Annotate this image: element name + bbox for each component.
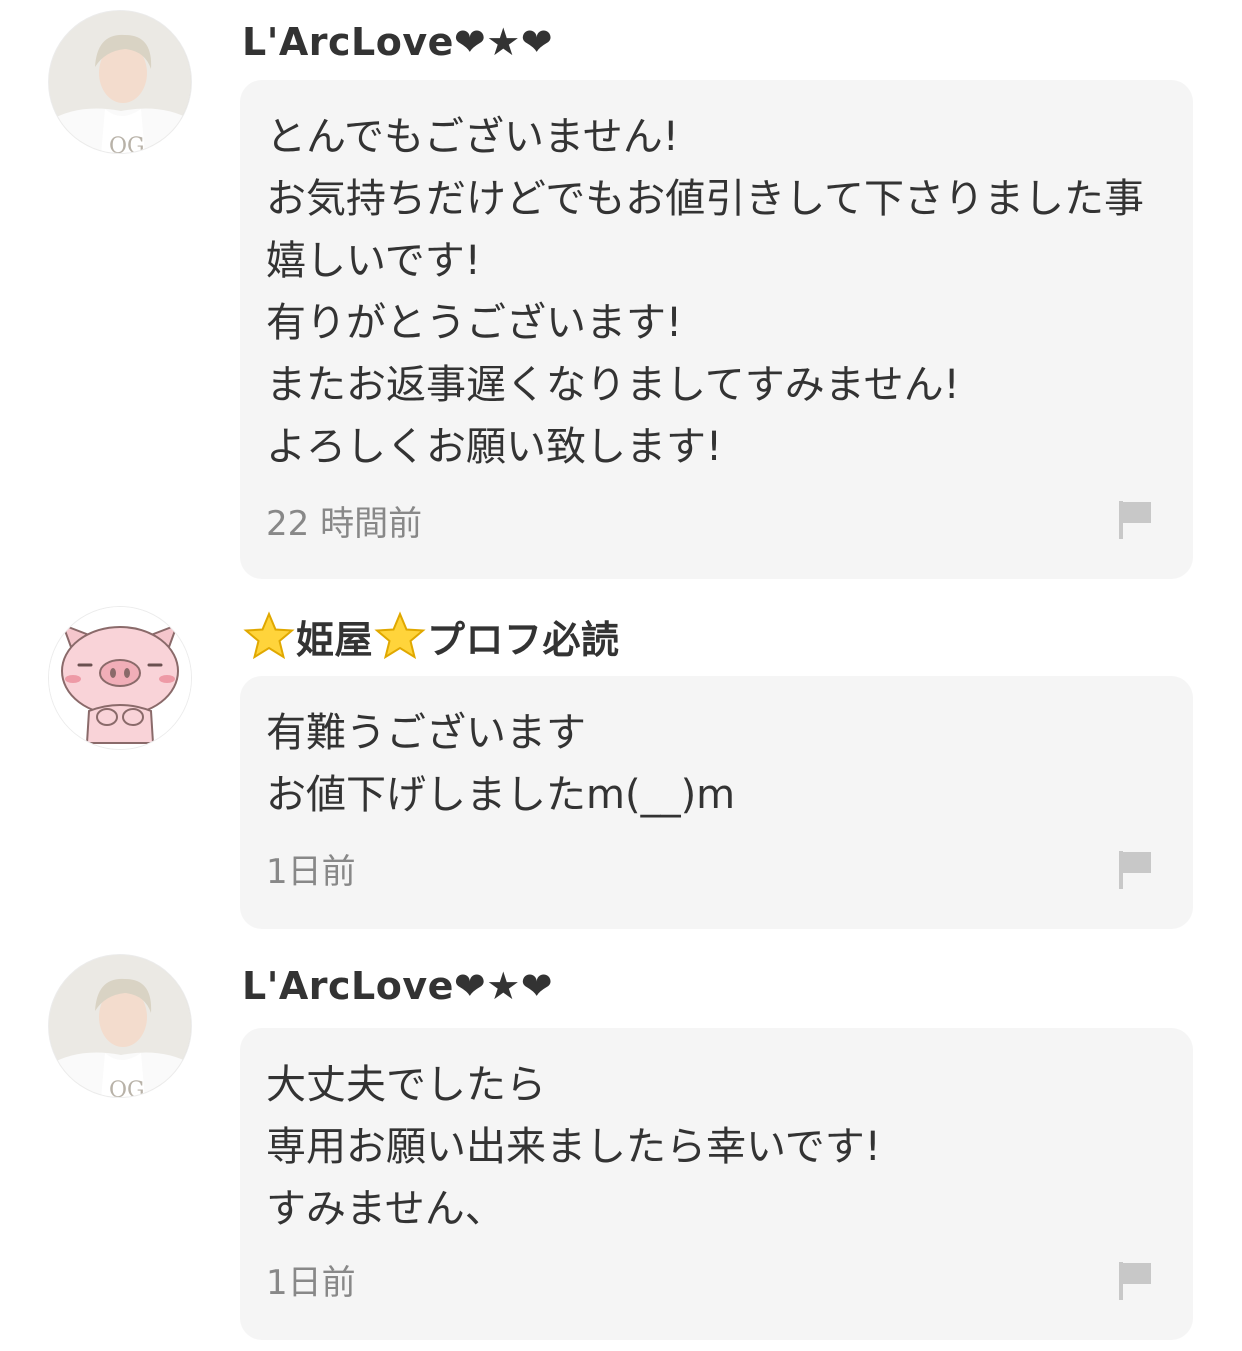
comment-timestamp: 22 時間前: [266, 504, 423, 544]
comment-message: とんでもございません! お気持ちだけどでもお値引きして下さりました事嬉しいです!…: [266, 114, 1144, 470]
star-emoji-icon: [243, 611, 295, 660]
person-avatar-image: OG: [49, 11, 191, 154]
comment-timestamp: 1日前: [266, 1263, 356, 1303]
username[interactable]: 姫屋 プロフ必読: [242, 608, 620, 664]
username[interactable]: L'ArcLove❤★❤: [242, 958, 553, 1014]
svg-text:OG: OG: [109, 1078, 145, 1098]
username-text: 姫屋: [296, 617, 374, 662]
flag-icon[interactable]: [1117, 499, 1153, 541]
flag-icon[interactable]: [1117, 849, 1153, 891]
comment-bubble: 大丈夫でしたら 専用お願い出来ましたら幸いです! すみません、 1日前: [240, 1028, 1193, 1340]
comment-message: 大丈夫でしたら 専用お願い出来ましたら幸いです! すみません、: [266, 1062, 881, 1232]
person-avatar-image: OG: [49, 955, 191, 1098]
user-avatar[interactable]: OG: [48, 954, 192, 1098]
pig-avatar-image: [49, 607, 191, 749]
comment-bubble: 有難うございます お値下げしましたm(__)m 1日前: [240, 676, 1193, 929]
flag-icon[interactable]: [1117, 1260, 1153, 1302]
star-emoji-icon: [374, 611, 426, 660]
svg-text:OG: OG: [109, 134, 145, 154]
comment-message: 有難うございます お値下げしましたm(__)m: [266, 710, 736, 818]
comment-timestamp: 1日前: [266, 852, 356, 892]
comment-bubble: とんでもございません! お気持ちだけどでもお値引きして下さりました事嬉しいです!…: [240, 80, 1193, 579]
username[interactable]: L'ArcLove❤★❤: [242, 14, 553, 70]
user-avatar[interactable]: OG: [48, 10, 192, 154]
user-avatar[interactable]: [48, 606, 192, 750]
username-text: プロフ必読: [427, 617, 620, 662]
